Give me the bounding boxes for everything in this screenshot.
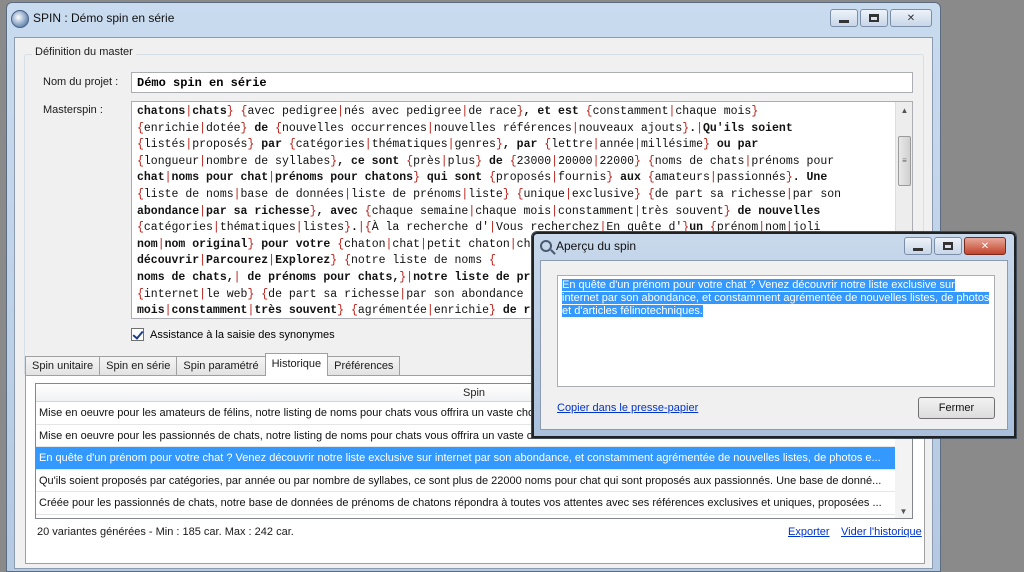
master-group-title: Définition du master	[32, 46, 136, 58]
history-row[interactable]: Créée pour les passionnés de chats, notr…	[36, 492, 912, 515]
project-label: Nom du projet :	[43, 76, 119, 88]
tab-historique[interactable]: Historique	[264, 353, 329, 376]
close-button[interactable]: ✕	[890, 9, 932, 27]
synonym-assist-label: Assistance à la saisie des synonymes	[150, 328, 335, 341]
minimize-button[interactable]	[830, 9, 858, 27]
clear-history-link[interactable]: Vider l'historique	[841, 526, 922, 538]
close-dialog-button[interactable]: Fermer	[918, 397, 995, 419]
spin-preview-text: En quête d'un prénom pour votre chat ? V…	[562, 279, 990, 317]
tab-strip: Spin unitaire Spin en série Spin paramét…	[25, 353, 401, 376]
window-title: SPIN : Démo spin en série	[33, 11, 175, 25]
masterspin-line: {longueur|nombre de syllabes}, ce sont {…	[137, 154, 835, 168]
tab-spin-parametre[interactable]: Spin paramétré	[176, 356, 266, 376]
dialog-close-button[interactable]: ✕	[964, 237, 1006, 255]
scroll-up-icon[interactable]: ▲	[896, 102, 912, 119]
history-row[interactable]: Qu'ils soient proposés par catégories, p…	[36, 470, 912, 492]
copy-to-clipboard-link[interactable]: Copier dans le presse-papier	[557, 402, 698, 414]
scroll-thumb[interactable]: ≡	[898, 136, 911, 186]
main-titlebar[interactable]: SPIN : Démo spin en série ✕	[7, 3, 940, 37]
minimize-icon	[913, 247, 923, 251]
masterspin-line: chat|noms pour chat|prénoms pour chatons…	[137, 171, 828, 185]
app-icon	[11, 10, 29, 28]
masterspin-line: abondance|par sa richesse}, avec {chaque…	[137, 204, 821, 218]
masterspin-label: Masterspin :	[43, 104, 103, 116]
project-name-input[interactable]: Démo spin en série	[131, 72, 913, 93]
close-icon: ✕	[980, 240, 990, 252]
generation-status: 20 variantes générées - Min : 185 car. M…	[37, 526, 294, 538]
masterspin-line: {listés|proposés} par {catégories|thémat…	[137, 138, 759, 152]
masterspin-line: chatons|chats} {avec pedigree|nés avec p…	[137, 105, 759, 118]
history-row-selected[interactable]: En quête d'un prénom pour votre chat ? V…	[36, 447, 912, 470]
maximize-button[interactable]	[860, 9, 888, 27]
synonym-assist-checkbox[interactable]	[131, 328, 144, 341]
maximize-icon	[943, 242, 953, 250]
minimize-icon	[839, 19, 849, 23]
preview-dialog: Aperçu du spin ✕ En quête d'un prénom po…	[531, 231, 1017, 439]
dialog-maximize-button[interactable]	[934, 237, 962, 255]
tab-spin-en-serie[interactable]: Spin en série	[99, 356, 178, 376]
masterspin-line: {liste de noms|base de données|liste de …	[137, 187, 842, 201]
dialog-title[interactable]: Aperçu du spin	[556, 239, 636, 253]
tab-spin-unitaire[interactable]: Spin unitaire	[25, 356, 101, 376]
export-link[interactable]: Exporter	[788, 526, 830, 538]
list-scroll-down-icon[interactable]: ▼	[895, 507, 912, 516]
tab-preferences[interactable]: Préférences	[327, 356, 401, 376]
synonym-assist-option[interactable]: Assistance à la saisie des synonymes	[131, 328, 335, 341]
magnifier-icon	[540, 240, 552, 252]
masterspin-line: {enrichie|dotée} de {nouvelles occurrenc…	[137, 121, 793, 135]
dialog-client-area: En quête d'un prénom pour votre chat ? V…	[540, 260, 1008, 430]
dialog-minimize-button[interactable]	[904, 237, 932, 255]
maximize-icon	[869, 14, 879, 22]
spin-preview-textbox[interactable]: En quête d'un prénom pour votre chat ? V…	[557, 275, 995, 387]
close-icon: ✕	[906, 12, 916, 24]
